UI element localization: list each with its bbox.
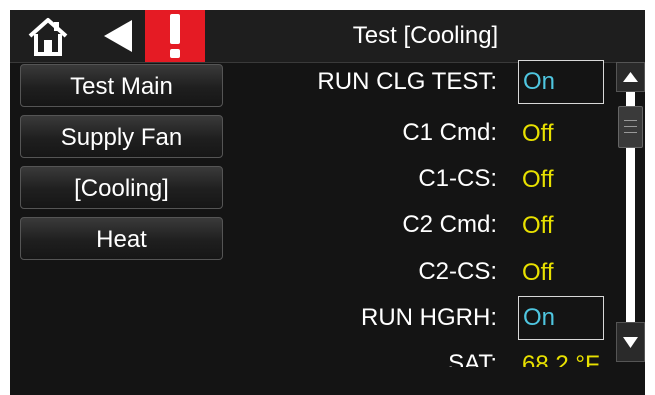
c1-cmd-value: Off: [522, 120, 554, 147]
scroll-down-arrow-icon: [623, 337, 638, 348]
back-button[interactable]: [90, 14, 142, 58]
c2-cmd-value: Off: [522, 212, 554, 239]
run-hgrh-input[interactable]: On: [518, 296, 604, 340]
alarm-button[interactable]: [145, 10, 205, 62]
thumb-grip-line: [624, 132, 637, 133]
thumb-grip-line: [624, 120, 637, 121]
home-button[interactable]: [18, 14, 80, 58]
scroll-up-button[interactable]: [616, 62, 645, 92]
c2-cmd-label: C2 Cmd:: [402, 211, 497, 238]
nav-supply-fan-button[interactable]: Supply Fan: [20, 115, 223, 158]
c2-cs-value: Off: [522, 259, 554, 286]
c1-cmd-label: C1 Cmd:: [402, 119, 497, 146]
top-bar: Test [Cooling]: [10, 10, 645, 63]
thumb-grip-line: [624, 126, 637, 127]
back-arrow-icon: [104, 20, 132, 52]
controller-screen: Test [Cooling] Test Main Supply Fan [Coo…: [10, 10, 645, 395]
c1-cs-value: Off: [522, 166, 554, 193]
nav-cooling-button[interactable]: [Cooling]: [20, 166, 223, 209]
scroll-up-arrow-icon: [623, 72, 638, 82]
c1-cs-label: C1-CS:: [418, 165, 497, 192]
c2-cs-label: C2-CS:: [418, 258, 497, 285]
scroll-thumb[interactable]: [618, 106, 643, 148]
home-icon: [28, 18, 68, 56]
scroll-down-button[interactable]: [616, 322, 645, 362]
page-title: Test [Cooling]: [352, 22, 499, 49]
footer-bar: [10, 367, 645, 395]
alarm-exclamation-icon: [170, 14, 180, 58]
run-hgrh-label: RUN HGRH:: [361, 304, 497, 331]
nav-heat-button[interactable]: Heat: [20, 217, 223, 260]
scrollbar[interactable]: [616, 62, 645, 367]
run-clg-test-label: RUN CLG TEST:: [317, 68, 497, 95]
run-clg-test-input[interactable]: On: [518, 60, 604, 104]
nav-test-main-button[interactable]: Test Main: [20, 64, 223, 107]
